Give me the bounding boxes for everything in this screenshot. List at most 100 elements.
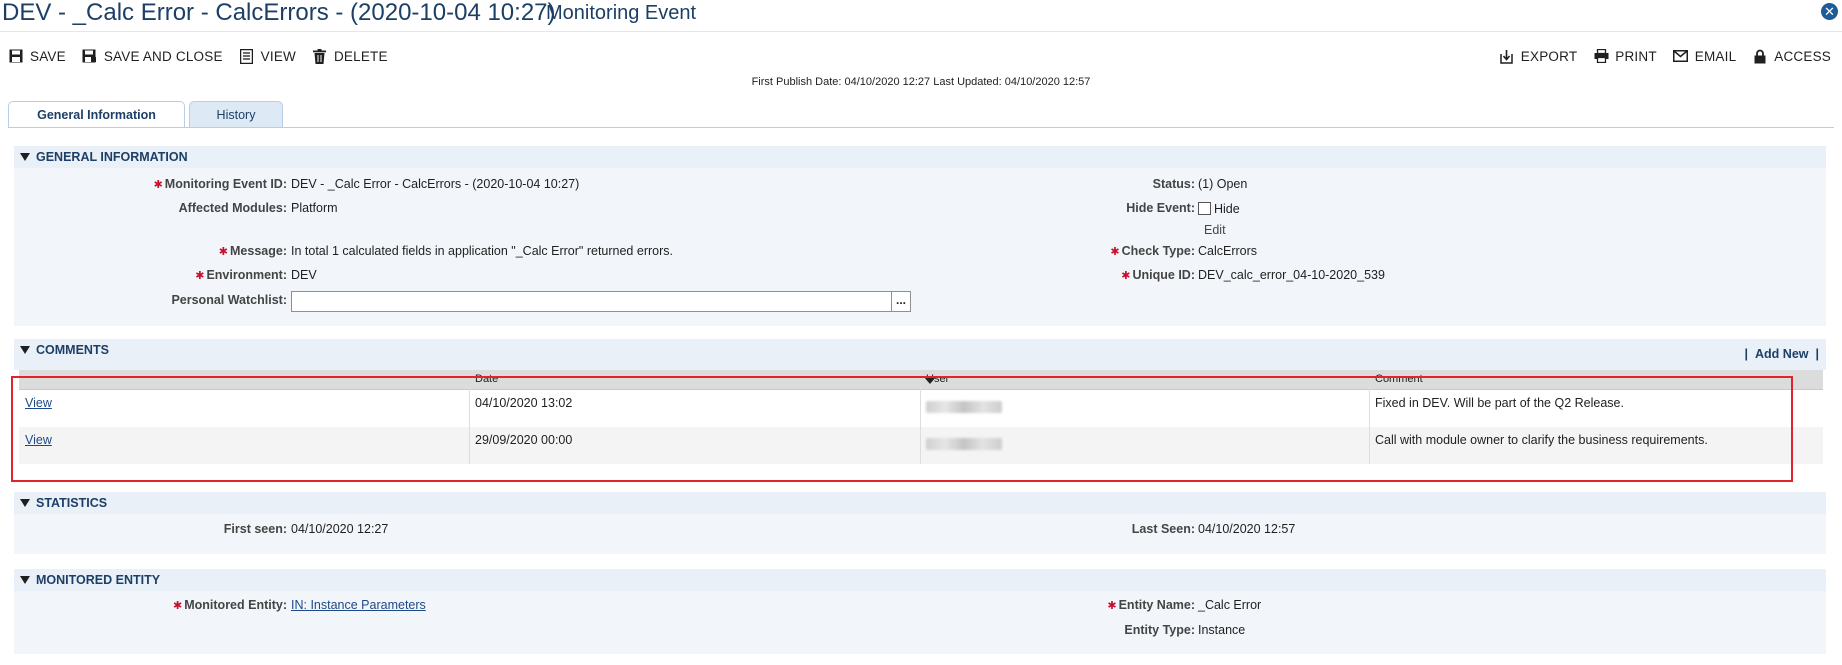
comment-date: 29/09/2020 00:00 bbox=[475, 433, 573, 447]
comments-toggle[interactable]: COMMENTS bbox=[20, 343, 109, 357]
comment-user-redacted bbox=[926, 436, 1002, 450]
view-comment-link[interactable]: View bbox=[25, 433, 52, 447]
general-information-toggle[interactable]: GENERAL INFORMATION bbox=[20, 150, 188, 164]
print-label: PRINT bbox=[1615, 48, 1657, 64]
modules-label: Affected Modules: bbox=[178, 201, 287, 215]
last-seen-value: 04/10/2020 12:57 bbox=[1198, 522, 1296, 536]
comments-grid-header: Date User Comment bbox=[19, 370, 1823, 390]
view-button[interactable]: VIEW bbox=[239, 48, 296, 64]
modules-value: Platform bbox=[291, 201, 338, 215]
lock-icon bbox=[1752, 48, 1768, 64]
email-button[interactable]: EMAIL bbox=[1673, 48, 1737, 64]
environment-label: ✱ Environment: bbox=[195, 268, 287, 282]
export-icon bbox=[1499, 48, 1515, 64]
message-value: In total 1 calculated fields in applicat… bbox=[291, 244, 673, 258]
document-icon bbox=[239, 48, 255, 64]
required-marker-icon: ✱ bbox=[1121, 270, 1131, 282]
required-marker-icon: ✱ bbox=[1110, 246, 1120, 258]
tab-divider bbox=[8, 127, 1834, 128]
add-new-comment: | Add New | bbox=[1744, 347, 1819, 361]
comments-title: COMMENTS bbox=[36, 343, 109, 357]
first-publish-value: 04/10/2020 12:27 bbox=[844, 76, 931, 88]
page-subtitle: Monitoring Event bbox=[546, 2, 697, 24]
entity-name-label: ✱ Entity Name: bbox=[1107, 598, 1195, 612]
collapse-triangle-icon bbox=[20, 346, 30, 354]
column-header-date[interactable]: Date bbox=[475, 373, 498, 385]
hide-event-checkbox[interactable] bbox=[1198, 202, 1211, 215]
access-label: ACCESS bbox=[1774, 48, 1831, 64]
toolbar-left: SAVE SAVE AND CLOSE VIEW DELETE bbox=[8, 46, 404, 66]
check-type-value: CalcErrors bbox=[1198, 244, 1258, 258]
general-information-header: GENERAL INFORMATION bbox=[14, 146, 1826, 168]
environment-value: DEV bbox=[291, 268, 317, 282]
monitored-entity-header: MONITORED ENTITY bbox=[14, 569, 1826, 591]
collapse-triangle-icon bbox=[20, 153, 30, 161]
hide-event-label: Hide Event: bbox=[1126, 201, 1195, 215]
statistics-header: STATISTICS bbox=[14, 492, 1826, 514]
title-bar: DEV - _Calc Error - CalcErrors - (2020-1… bbox=[0, 0, 1842, 30]
save-label: SAVE bbox=[30, 48, 66, 64]
first-seen-label: First seen: bbox=[223, 522, 287, 536]
last-updated-value: 04/10/2020 12:57 bbox=[1004, 76, 1091, 88]
page-title: DEV - _Calc Error - CalcErrors - (2020-1… bbox=[2, 0, 556, 26]
required-marker-icon: ✱ bbox=[153, 179, 163, 191]
column-divider bbox=[920, 370, 921, 464]
monitored-entity-toggle[interactable]: MONITORED ENTITY bbox=[20, 573, 160, 587]
email-label: EMAIL bbox=[1694, 48, 1737, 64]
event-id-value: DEV - _Calc Error - CalcErrors - (2020-1… bbox=[291, 177, 580, 191]
column-divider bbox=[1369, 370, 1370, 464]
watchlist-lookup-button[interactable]: ... bbox=[892, 291, 911, 312]
close-icon[interactable]: ✕ bbox=[1821, 3, 1838, 20]
export-button[interactable]: EXPORT bbox=[1499, 48, 1577, 64]
publish-info: First Publish Date: 04/10/2020 12:27 Las… bbox=[0, 76, 1842, 88]
comment-text: Call with module owner to clarify the bu… bbox=[1375, 433, 1708, 447]
unique-id-value: DEV_calc_error_04-10-2020_539 bbox=[1198, 268, 1385, 282]
watchlist-label: Personal Watchlist: bbox=[171, 293, 287, 307]
save-button[interactable]: SAVE bbox=[8, 48, 66, 64]
trash-icon bbox=[312, 48, 328, 64]
required-marker-icon: ✱ bbox=[1107, 600, 1117, 612]
entity-type-value: Instance bbox=[1198, 623, 1246, 637]
save-close-icon bbox=[82, 48, 98, 64]
collapse-triangle-icon bbox=[20, 576, 30, 584]
hide-checkbox-label: Hide bbox=[1214, 202, 1240, 216]
view-comment-link[interactable]: View bbox=[25, 396, 52, 410]
entity-name-value: _Calc Error bbox=[1198, 598, 1262, 612]
tab-general-information[interactable]: General Information bbox=[8, 101, 185, 128]
comments-header: COMMENTS bbox=[14, 339, 1826, 370]
entity-type-label: Entity Type: bbox=[1124, 623, 1195, 637]
first-publish-label: First Publish Date: bbox=[751, 76, 842, 88]
required-marker-icon: ✱ bbox=[218, 246, 229, 258]
first-seen-value: 04/10/2020 12:27 bbox=[291, 522, 389, 536]
tab-history[interactable]: History bbox=[189, 101, 283, 128]
monitored-entity-link[interactable]: IN: Instance Parameters bbox=[291, 598, 426, 612]
statistics-toggle[interactable]: STATISTICS bbox=[20, 496, 107, 510]
access-button[interactable]: ACCESS bbox=[1752, 48, 1831, 64]
floppy-disk-icon bbox=[8, 48, 24, 64]
message-label: ✱ Message: bbox=[218, 244, 287, 258]
toolbar-right: EXPORT PRINT EMAIL ACCESS bbox=[1483, 46, 1831, 66]
column-header-comment[interactable]: Comment bbox=[1375, 373, 1423, 385]
required-marker-icon: ✱ bbox=[173, 600, 183, 612]
column-header-user[interactable]: User bbox=[926, 373, 949, 385]
unique-id-label: ✱ Unique ID: bbox=[1121, 268, 1195, 282]
save-and-close-button[interactable]: SAVE AND CLOSE bbox=[82, 48, 223, 64]
status-label: Status: bbox=[1152, 177, 1195, 191]
collapse-triangle-icon bbox=[20, 499, 30, 507]
hide-edit-link[interactable]: Edit bbox=[1204, 223, 1226, 237]
check-type-label: ✱ Check Type: bbox=[1110, 244, 1195, 258]
statistics-title: STATISTICS bbox=[36, 496, 108, 510]
delete-button[interactable]: DELETE bbox=[312, 48, 388, 64]
comment-user-redacted bbox=[926, 399, 1002, 413]
last-updated-label: Last Updated: bbox=[933, 76, 1002, 88]
personal-watchlist-input[interactable] bbox=[291, 291, 892, 312]
status-value: (1) Open bbox=[1198, 177, 1248, 191]
hide-event-control: Hide bbox=[1198, 202, 1240, 216]
printer-icon bbox=[1593, 48, 1609, 64]
monitored-entity-label: ✱ Monitored Entity: bbox=[173, 598, 287, 612]
column-divider bbox=[469, 370, 470, 464]
add-new-comment-link[interactable]: Add New bbox=[1755, 347, 1808, 361]
print-button[interactable]: PRINT bbox=[1593, 48, 1657, 64]
table-row: View 29/09/2020 00:00 Call with module o… bbox=[19, 427, 1823, 464]
table-row: View 04/10/2020 13:02 Fixed in DEV. Will… bbox=[19, 390, 1823, 427]
